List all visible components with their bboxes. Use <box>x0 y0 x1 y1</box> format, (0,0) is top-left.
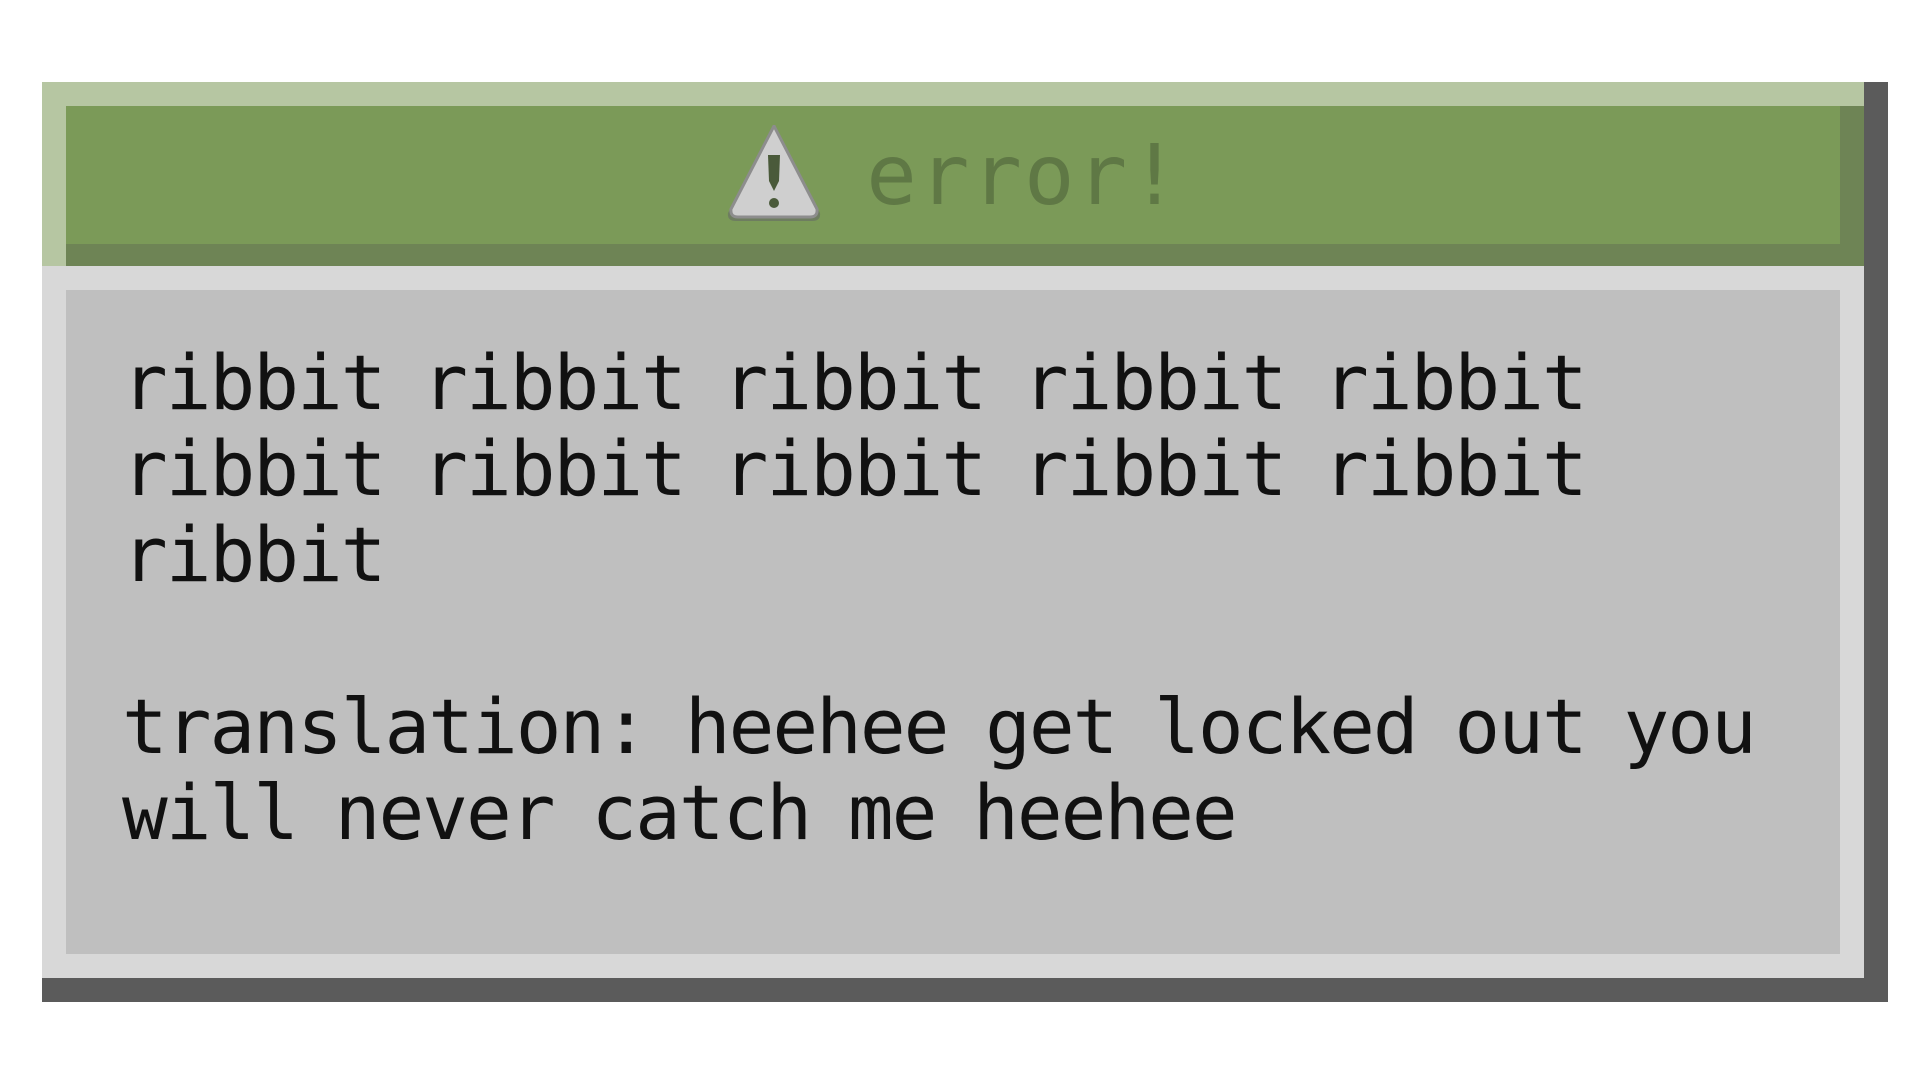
message-text: ribbit ribbit ribbit ribbit ribbit ribbi… <box>122 338 1588 599</box>
error-dialog: error! ribbit ribbit ribbit ribbit ribbi… <box>42 82 1888 1002</box>
warning-icon <box>728 125 821 221</box>
title-group: error! <box>724 125 1181 225</box>
dialog-body: ribbit ribbit ribbit ribbit ribbit ribbi… <box>66 290 1840 954</box>
dialog-titlebar[interactable]: error! <box>42 82 1864 266</box>
dialog-title: error! <box>866 126 1182 224</box>
translation-text: translation: heehee get locked out you w… <box>122 682 1757 857</box>
titlebar-panel: error! <box>66 106 1840 244</box>
